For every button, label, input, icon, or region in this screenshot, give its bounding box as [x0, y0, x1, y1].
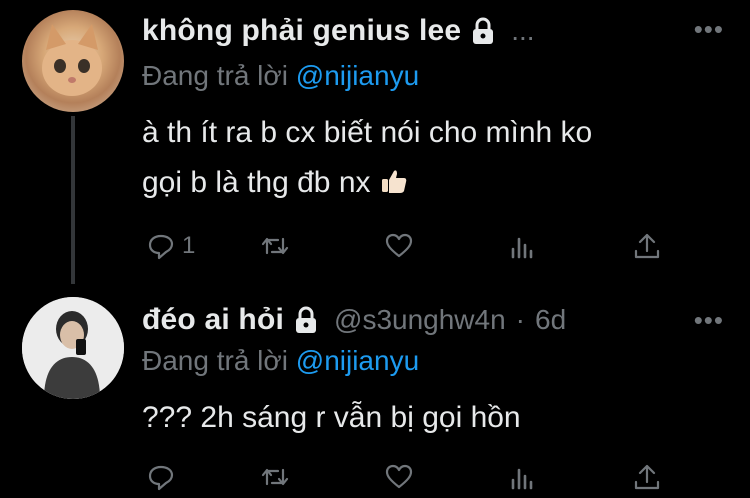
tweet-1[interactable]: không phải genius lee ... ••• Đang trả l… — [0, 0, 750, 285]
separator-dot: · — [515, 304, 525, 335]
like-icon — [385, 233, 413, 258]
handle[interactable]: @s3unghw4n — [334, 304, 506, 336]
replying-to: Đang trả lời @nijianyu — [142, 60, 419, 92]
reply-icon — [148, 234, 174, 260]
replying-prefix: Đang trả lời — [142, 345, 296, 376]
retweet-icon — [261, 468, 289, 486]
tweet-text-line: gọi b là thg đb nx — [142, 166, 371, 199]
tweet-text-line: à th ít ra b cx biết nói cho mình ko — [142, 116, 593, 149]
views-icon — [511, 237, 533, 259]
lock-icon — [292, 305, 320, 335]
display-name[interactable]: không phải genius lee — [142, 14, 461, 48]
display-name[interactable]: đéo ai hỏi — [142, 303, 284, 337]
views-icon — [511, 468, 533, 490]
handle-truncated: ... — [511, 15, 535, 46]
retweet-button[interactable] — [260, 226, 290, 266]
share-icon — [634, 464, 660, 490]
replying-to: Đang trả lời @nijianyu — [142, 345, 419, 377]
timestamp[interactable]: 6d — [535, 304, 566, 336]
like-button[interactable] — [384, 457, 414, 497]
mention-link[interactable]: @nijianyu — [296, 345, 419, 376]
reply-count: 1 — [182, 232, 196, 259]
replying-prefix: Đang trả lời — [142, 60, 296, 91]
reply-button[interactable] — [146, 457, 176, 497]
tweet-header: không phải genius lee ... — [142, 14, 535, 48]
reply-icon — [148, 465, 174, 491]
tweet-text-line: ??? 2h sáng r vẫn bị gọi hồn — [142, 401, 521, 434]
more-icon[interactable]: ••• — [694, 14, 724, 45]
lock-icon — [469, 16, 497, 46]
like-button[interactable] — [384, 226, 414, 266]
thread-line — [71, 116, 75, 284]
more-icon[interactable]: ••• — [694, 305, 724, 336]
tweet-2[interactable]: đéo ai hỏi @s3unghw4n · 6d ••• Đang trả … — [0, 285, 750, 498]
thumbs-up-emoji — [379, 162, 409, 212]
retweet-button[interactable] — [260, 457, 290, 497]
avatar-cat[interactable] — [22, 10, 124, 112]
retweet-icon — [261, 237, 289, 255]
reply-button[interactable]: 1 — [146, 226, 195, 266]
tweet-actions: 1 — [142, 226, 682, 266]
share-button[interactable] — [632, 457, 662, 497]
tweet-text: ??? 2h sáng r vẫn bị gọi hồn — [142, 393, 702, 443]
share-icon — [634, 233, 660, 259]
views-button[interactable] — [508, 457, 538, 497]
like-icon — [385, 464, 413, 489]
avatar-person[interactable] — [22, 297, 124, 399]
mention-link[interactable]: @nijianyu — [296, 60, 419, 91]
tweet-text: à th ít ra b cx biết nói cho mình ko gọi… — [142, 108, 702, 212]
views-button[interactable] — [508, 226, 538, 266]
tweet-header: đéo ai hỏi @s3unghw4n · 6d — [142, 303, 566, 337]
tweet-actions — [142, 457, 682, 497]
share-button[interactable] — [632, 226, 662, 266]
